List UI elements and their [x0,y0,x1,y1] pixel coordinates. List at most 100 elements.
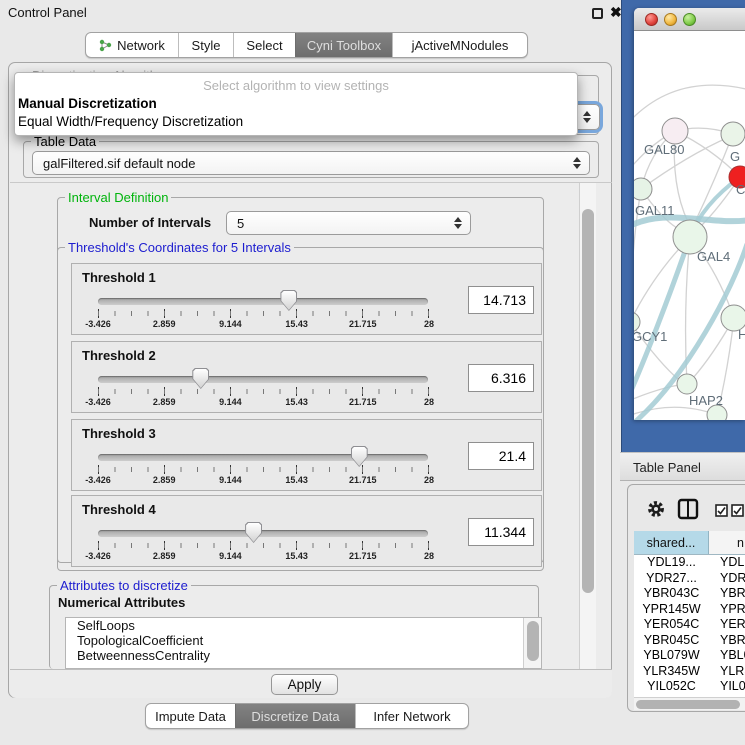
close-traffic-light[interactable] [645,13,658,26]
network-node[interactable] [662,118,688,144]
cyni-toolbox-panel: Discretization Algorithm Table Data galF… [8,62,612,698]
panel-scrollbar[interactable] [579,183,596,669]
group-label: Interval Definition [65,190,171,205]
slider-tick-labels: -3.4262.8599.14415.4321.71528 [98,319,429,331]
network-edge[interactable] [634,85,745,123]
tick-label: 2.859 [153,475,176,485]
tick-label: 28 [424,551,434,561]
numerical-attributes-label: Numerical Attributes [58,595,185,610]
table-data-combobox[interactable]: galFiltered.sif default node [32,151,590,175]
apply-button[interactable]: Apply [271,674,338,695]
threshold-label: Threshold 3 [82,426,156,441]
tab-cyni-toolbox[interactable]: Cyni Toolbox [295,33,392,57]
minimize-traffic-light[interactable] [664,13,677,26]
num-intervals-label: Number of Intervals [89,215,211,230]
group-label: Table Data [31,134,99,149]
threshold-label: Threshold 1 [82,270,156,285]
threshold-3-value-field[interactable]: 21.4 [468,442,534,470]
table-row[interactable]: YBR045CYBR0 [634,633,745,649]
divider [10,182,612,183]
network-node-label: H [738,327,745,342]
threshold-4-slider-thumb[interactable] [245,522,262,543]
split-columns-icon[interactable] [677,498,699,520]
threshold-4-value-field[interactable]: 11.344 [468,518,534,546]
table-panel-title: Table Panel [633,460,701,475]
tab-select[interactable]: Select [233,33,295,57]
tick-label: 15.43 [285,475,308,485]
top-tab-bar: Network Style Select Cyni Toolbox jActiv… [85,32,528,58]
threshold-label: Threshold 4 [82,502,156,517]
network-window-titlebar[interactable] [634,8,745,31]
tab-label: Network [117,38,165,53]
popup-option-manual-discretization[interactable]: Manual Discretization [18,96,157,111]
tab-infer-network[interactable]: Infer Network [355,704,468,728]
tab-label: Style [192,38,221,53]
threshold-1-value-field[interactable]: 14.713 [468,286,534,314]
tab-label: Impute Data [155,709,226,724]
list-item[interactable]: TopologicalCoefficient [66,633,541,648]
threshold-2-slider-thumb[interactable] [192,368,209,389]
threshold-2-value-field[interactable]: 6.316 [468,364,534,392]
threshold-1-slider-thumb[interactable] [280,290,297,311]
table-row[interactable]: YLR345WYLR3 [634,664,745,680]
tick-label: 9.144 [219,475,242,485]
table-row[interactable]: YDR27...YDR2 [634,571,745,587]
checkbox-icon[interactable] [731,504,744,517]
table-row[interactable]: YPR145WYPR1 [634,602,745,618]
screen: Control Panel ✖ Network Style Select Cyn… [0,0,745,745]
threshold-label: Threshold 2 [82,348,156,363]
apply-row: Apply [10,669,612,698]
slider-tick-labels: -3.4262.8599.14415.4321.71528 [98,551,429,563]
list-item[interactable]: BetweennessCentrality [66,648,541,663]
column-header-shared-name[interactable]: shared... [634,531,709,554]
combo-stepper-icon [573,157,581,169]
zoom-traffic-light[interactable] [683,13,696,26]
float-window-icon[interactable] [592,8,603,19]
network-node[interactable] [677,374,697,394]
tab-label: Select [246,38,282,53]
tick-label: 21.715 [349,397,377,407]
slider-tick-labels: -3.4262.8599.14415.4321.71528 [98,475,429,487]
network-node[interactable] [634,178,652,200]
tick-label: 15.43 [285,319,308,329]
network-view-window[interactable]: GAL80GGAL11CGAL4GCY1HHAP2 [634,8,745,420]
tab-impute-data[interactable]: Impute Data [146,704,235,728]
tab-network[interactable]: Network [86,33,178,57]
table-panel-header: Table Panel [620,452,745,481]
tick-label: -3.426 [85,475,111,485]
tick-label: 2.859 [153,397,176,407]
slider-tick-labels: -3.4262.8599.14415.4321.71528 [98,397,429,409]
close-icon[interactable]: ✖ [610,4,622,21]
node-table[interactable]: shared... n YDL19...YDL1YDR27...YDR2YBR0… [634,531,745,697]
threshold-3-slider-thumb[interactable] [351,446,368,467]
panel-title: Control Panel [8,5,87,20]
num-intervals-combobox[interactable]: 5 [226,211,471,235]
table-panel: shared... n YDL19...YDL1YDR27...YDR2YBR0… [627,484,745,712]
tick-label: 9.144 [219,319,242,329]
tab-style[interactable]: Style [178,33,233,57]
table-horizontal-scrollbar[interactable] [634,697,745,710]
tick-label: 28 [424,475,434,485]
network-edge[interactable] [695,134,733,222]
threshold-2-panel: Threshold 2 -3.4262.8599.14415.4321.7152… [71,341,542,413]
tab-jactivemnodules[interactable]: jActiveMNodules [392,33,527,57]
table-row[interactable]: YBL079WYBL0 [634,648,745,664]
network-node-label: GCY1 [634,329,667,344]
table-row[interactable]: YBR043CYBR0 [634,586,745,602]
popup-option-equal-width-frequency[interactable]: Equal Width/Frequency Discretization [18,114,243,129]
attributes-list-scrollbar[interactable] [523,618,542,669]
tab-discretize-data[interactable]: Discretize Data [235,704,355,728]
attributes-listbox[interactable]: SelfLoopsTopologicalCoefficientBetweenne… [65,617,542,669]
gear-icon[interactable] [646,499,666,519]
tick-label: 2.859 [153,551,176,561]
network-node[interactable] [721,122,745,146]
column-header-name[interactable]: n [709,531,745,554]
table-row[interactable]: YIL052CYIL0 [634,679,745,695]
table-row[interactable]: YDL19...YDL1 [634,555,745,571]
table-body: YDL19...YDL1YDR27...YDR2YBR043CYBR0YPR14… [634,555,745,695]
table-row[interactable]: YER054CYER0 [634,617,745,633]
network-canvas[interactable]: GAL80GGAL11CGAL4GCY1HHAP2 [634,31,745,420]
checkbox-icon[interactable] [715,504,728,517]
table-header-row: shared... n [634,531,745,555]
list-item[interactable]: SelfLoops [66,618,541,633]
